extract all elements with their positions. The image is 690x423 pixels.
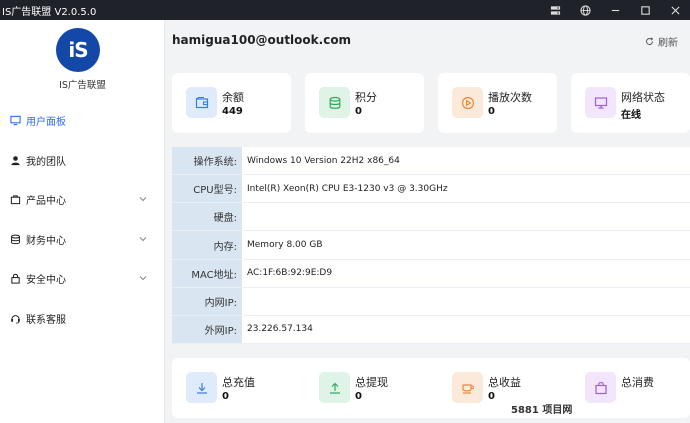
chevron-down-icon[interactable] xyxy=(137,233,149,245)
total-label: 总消费 xyxy=(621,376,654,389)
stat-label: 播放次数 xyxy=(488,91,532,104)
row-value: AC:1F:6B:92:9E:D9 xyxy=(247,268,333,279)
row-label: CPU型号: xyxy=(172,175,242,203)
window-title: IS广告联盟 V2.0.5.0 xyxy=(2,6,97,18)
stat-card-points: 积分 0 xyxy=(305,73,424,133)
globe-icon[interactable] xyxy=(570,0,600,20)
stat-card-plays: 播放次数 0 xyxy=(438,73,557,133)
cup-icon xyxy=(452,372,483,403)
total-card-spending: 总消费 xyxy=(571,358,690,418)
chevron-down-icon[interactable] xyxy=(137,193,149,205)
sidebar-item-security-center[interactable]: 安全中心 xyxy=(0,259,165,299)
stat-label: 网络状态 xyxy=(621,91,665,104)
total-value: 0 xyxy=(355,391,362,402)
total-label: 总收益 xyxy=(488,376,521,389)
sidebar-item-label: 产品中心 xyxy=(26,196,66,208)
row-label: MAC地址: xyxy=(172,259,242,287)
table-row: 操作系统: Windows 10 Version 22H2 x86_64 xyxy=(172,147,690,176)
row-value: Memory 8.00 GB xyxy=(247,240,323,250)
row-value: Windows 10 Version 22H2 x86_64 xyxy=(247,155,400,166)
logo-text: iS xyxy=(68,38,88,62)
monitor-icon xyxy=(9,115,21,127)
sidebar-item-label: 我的团队 xyxy=(26,156,66,168)
refresh-label: 刷新 xyxy=(658,38,678,49)
maximize-icon[interactable] xyxy=(630,0,660,20)
sidebar-item-customer-service[interactable]: 联系客服 xyxy=(0,299,165,339)
service-icon xyxy=(9,312,21,324)
stats-cards: 余额 449 积分 0 播放次数 0 网络状态 在线 xyxy=(172,73,690,133)
minimize-icon[interactable] xyxy=(600,0,630,20)
logo: iS xyxy=(56,28,100,72)
sidebar-item-label: 用户面板 xyxy=(26,117,66,129)
chevron-down-icon[interactable] xyxy=(137,272,149,284)
total-card-recharge: 总充值 0 xyxy=(172,358,291,418)
title-bar: IS广告联盟 V2.0.5.0 xyxy=(0,0,690,20)
table-row: CPU型号: Intel(R) Xeon(R) CPU E3-1230 v3 @… xyxy=(172,175,690,204)
sidebar-item-label: 安全中心 xyxy=(26,275,66,287)
sidebar-menu: 用户面板 我的团队 产品中心 财务中心 安全中心 联系客服 xyxy=(0,101,165,338)
stat-value: 在线 xyxy=(621,110,641,121)
total-card-withdraw: 总提现 0 xyxy=(305,358,424,418)
database-icon xyxy=(9,233,21,245)
table-row: 硬盘: xyxy=(172,203,690,232)
sidebar-item-finance-center[interactable]: 财务中心 xyxy=(0,220,165,260)
table-row: 内存: Memory 8.00 GB xyxy=(172,231,690,260)
sidebar-item-product-center[interactable]: 产品中心 xyxy=(0,180,165,220)
shopping-bag-icon xyxy=(585,372,616,403)
main-panel: hamigua100@outlook.com 刷新 余额 449 积分 0 播放… xyxy=(166,20,690,423)
wallet-icon xyxy=(186,87,217,118)
stat-value: 449 xyxy=(222,106,243,117)
row-label: 硬盘: xyxy=(172,203,242,231)
sidebar: iS IS广告联盟 用户面板 我的团队 产品中心 财务中心 安全中心 联系客服 xyxy=(0,20,165,423)
stat-value: 0 xyxy=(355,106,362,117)
stat-card-network: 网络状态 在线 xyxy=(571,73,690,133)
row-value: Intel(R) Xeon(R) CPU E3-1230 v3 @ 3.30GH… xyxy=(247,183,448,194)
stat-card-balance: 余额 449 xyxy=(172,73,291,133)
table-row: 内网IP: xyxy=(172,287,690,316)
sidebar-item-label: 财务中心 xyxy=(26,235,66,247)
screen-icon xyxy=(585,87,616,118)
refresh-icon xyxy=(646,37,654,45)
row-value: 23.226.57.134 xyxy=(247,324,313,335)
total-label: 总提现 xyxy=(355,376,388,389)
watermark: 5881 项目网 xyxy=(511,405,573,416)
play-icon xyxy=(452,87,483,118)
server-icon[interactable] xyxy=(540,0,570,20)
sidebar-item-user-panel[interactable]: 用户面板 xyxy=(0,101,165,141)
stat-value: 0 xyxy=(488,106,495,117)
total-value: 0 xyxy=(222,391,229,402)
user-icon xyxy=(9,154,21,166)
stat-label: 积分 xyxy=(355,91,377,104)
row-label: 外网IP: xyxy=(172,315,242,344)
account-email: hamigua100@outlook.com xyxy=(172,33,352,47)
row-label: 内网IP: xyxy=(172,287,242,315)
table-row: MAC地址: AC:1F:6B:92:9E:D9 xyxy=(172,259,690,288)
upload-icon xyxy=(319,372,350,403)
total-value: 0 xyxy=(488,391,495,402)
lock-icon xyxy=(9,273,21,285)
download-icon xyxy=(186,372,217,403)
brand-name: IS广告联盟 xyxy=(59,80,106,91)
total-label: 总充值 xyxy=(222,376,255,389)
refresh-button[interactable]: 刷新 xyxy=(645,34,678,49)
bag-icon xyxy=(9,194,21,206)
row-label: 操作系统: xyxy=(172,147,242,175)
sidebar-item-my-team[interactable]: 我的团队 xyxy=(0,141,165,181)
sidebar-item-label: 联系客服 xyxy=(26,314,66,326)
coins-icon xyxy=(319,87,350,118)
system-info-table: 操作系统: Windows 10 Version 22H2 x86_64 CPU… xyxy=(172,147,690,345)
totals-cards: 总充值 0 总提现 0 总收益 0 总消费 xyxy=(172,358,690,418)
stat-label: 余额 xyxy=(222,91,244,104)
table-row: 外网IP: 23.226.57.134 xyxy=(172,315,690,345)
row-label: 内存: xyxy=(172,231,242,259)
close-icon[interactable] xyxy=(660,0,690,20)
